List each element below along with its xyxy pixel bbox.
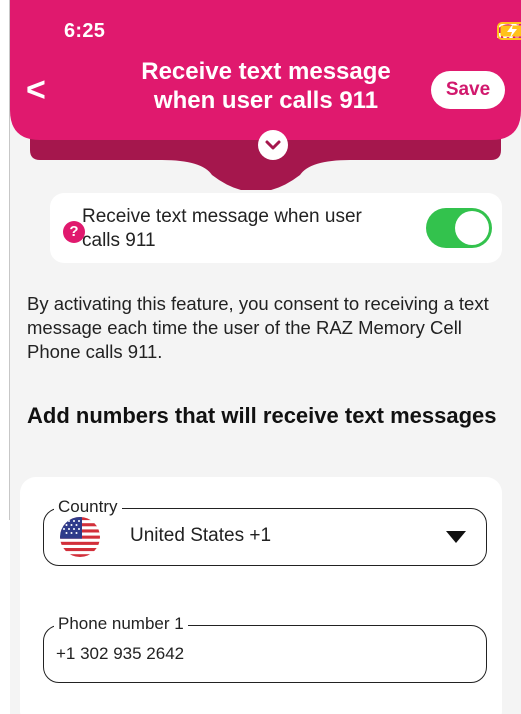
back-button[interactable]: < bbox=[26, 70, 56, 110]
left-gutter bbox=[0, 520, 10, 714]
emergency-sms-toggle[interactable] bbox=[426, 208, 492, 248]
country-label: Country bbox=[54, 497, 122, 517]
section-title: Add numbers that will receive text messa… bbox=[27, 403, 497, 428]
toggle-knob bbox=[455, 211, 489, 245]
us-flag-icon bbox=[60, 517, 100, 557]
country-value: United States +1 bbox=[130, 525, 272, 546]
consent-text: By activating this feature, you consent … bbox=[27, 293, 489, 362]
status-time: 6:25 bbox=[64, 20, 106, 42]
country-select[interactable]: Country United States +1 bbox=[43, 497, 487, 566]
chevron-left-icon: < bbox=[26, 71, 46, 109]
phone-number-1-input[interactable]: Phone number 1 +1 302 935 2642 bbox=[43, 614, 487, 683]
setting-label: Receive text message when user calls 911 bbox=[82, 206, 362, 251]
save-button[interactable]: Save bbox=[431, 71, 505, 109]
page-title: Receive text message when user calls 911 bbox=[141, 58, 391, 114]
app-header: 6:25 < Receive text message when user ca… bbox=[10, 0, 521, 190]
battery-charging-icon bbox=[497, 22, 521, 40]
phone-number-1-value: +1 302 935 2642 bbox=[56, 644, 185, 663]
screen: 6:25 < Receive text message when user ca… bbox=[0, 0, 521, 714]
dropdown-caret-icon[interactable] bbox=[446, 531, 466, 543]
chevron-down-icon bbox=[265, 140, 281, 150]
phone-number-1-label: Phone number 1 bbox=[54, 614, 188, 634]
emergency-sms-setting-card: ? Receive text message when user calls 9… bbox=[50, 193, 502, 263]
recipients-form-card: Country United States +1 Phone number 1 … bbox=[20, 477, 502, 714]
expand-header-button[interactable] bbox=[258, 130, 288, 160]
